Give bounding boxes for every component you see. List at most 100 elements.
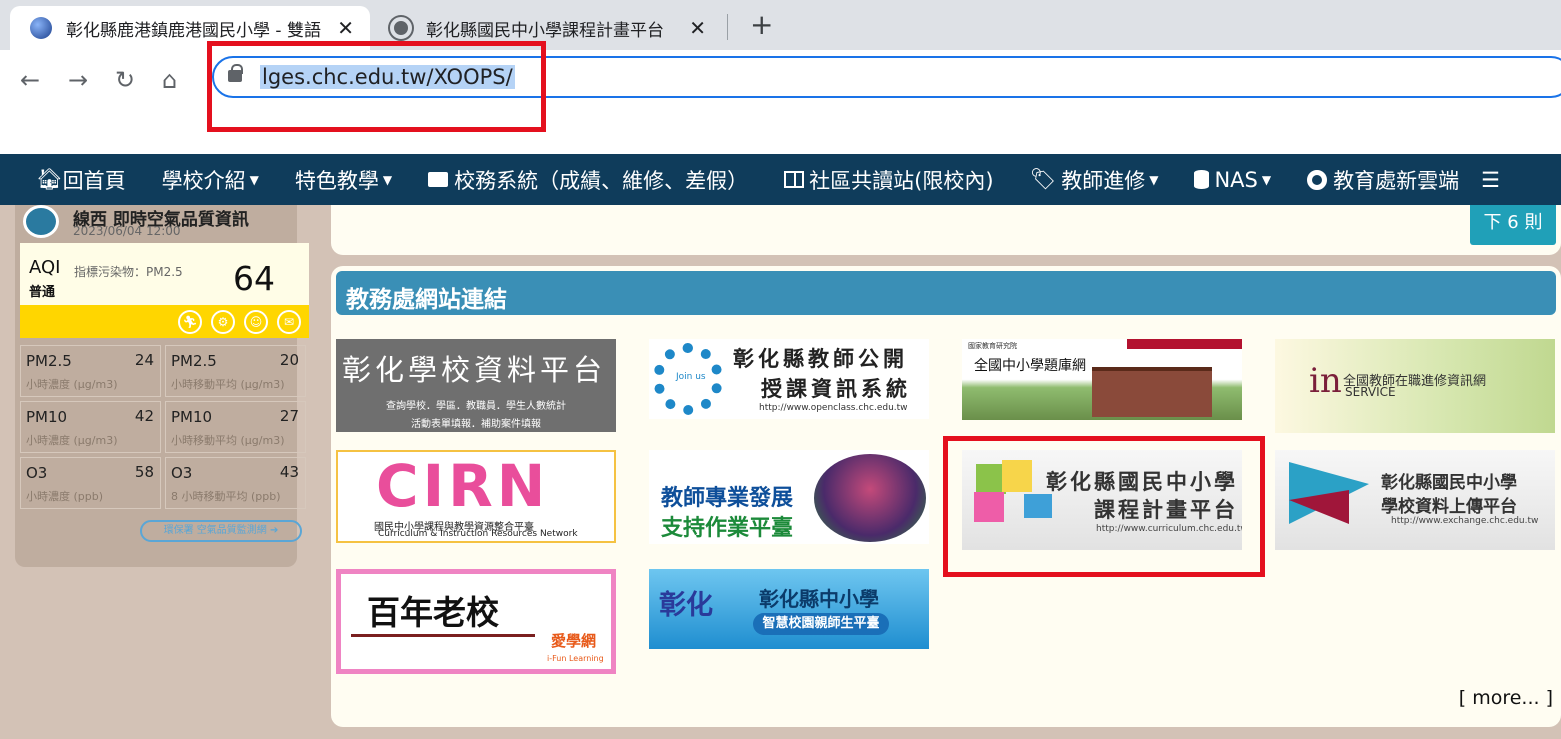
metric-value: 58 — [134, 463, 154, 481]
banner-sub2: Curriculum & Instruction Resources Netwo… — [378, 529, 578, 539]
new-tab-button[interactable]: + — [750, 8, 773, 41]
banner-sub: 學校資料上傳平台 — [1381, 497, 1517, 517]
nav-nas[interactable]: NAS ▼ — [1194, 168, 1271, 192]
banner-title: 百年老校 — [367, 593, 499, 632]
site-navbar: 🏠︎ 回首頁 學校介紹 ▼ 特色教學 ▼ 校務系統（成績、維修、差假） 社區共讀站(限… — [0, 154, 1561, 205]
lifebuoy-icon — [1307, 169, 1328, 190]
header-strip — [1127, 339, 1242, 349]
nav-label: 學校介紹 — [161, 168, 246, 193]
caret-down-icon: ▼ — [382, 172, 393, 187]
banner-sub: 智慧校園親師生平臺 — [753, 613, 889, 635]
banner-logo: in — [1309, 361, 1342, 401]
highlight-box-curriculum — [943, 436, 1265, 577]
forward-arrow-icon[interactable]: → — [68, 66, 88, 94]
banner-sub2: 活動表單填報．補助案件填報 — [411, 419, 541, 430]
close-tab-icon[interactable]: ✕ — [689, 16, 706, 40]
database-icon — [1194, 170, 1210, 189]
nav-community-reading[interactable]: 社區共讀站(限校內) — [784, 165, 994, 195]
banner-question-bank[interactable]: 國家教育研究院 全國中小學題庫網 — [962, 339, 1242, 420]
metric-name: O3 — [26, 464, 48, 482]
close-tab-icon[interactable]: ✕ — [337, 16, 354, 40]
banner-sub: 授課資訊系統 — [761, 376, 911, 401]
teachers-photo — [814, 454, 926, 542]
highlight-box-url — [207, 41, 546, 132]
nav-home[interactable]: 🏠︎ 回首頁 — [36, 165, 126, 195]
bicycle-icon: ⚙ — [211, 310, 235, 334]
epa-monitor-link[interactable]: 環保署 空氣品質監測網 ➔ — [140, 520, 302, 542]
banner-title: 教師專業發展 — [661, 486, 794, 511]
panel-title: 教務處網站連結 — [336, 271, 1556, 315]
banner-title: 彰化縣中小學 — [759, 587, 879, 611]
more-link[interactable]: [ more... ] — [1459, 687, 1553, 709]
nav-more-menu-icon[interactable]: ☰ — [1481, 168, 1500, 192]
globe-icon — [390, 17, 412, 39]
metric-cell: PM10 42 小時濃度 (μg/m3) — [20, 401, 161, 453]
metric-name: PM10 — [171, 408, 213, 426]
briefcase-icon — [428, 172, 449, 187]
divider-line — [351, 634, 535, 637]
metric-value: 20 — [279, 351, 299, 369]
tab-title: 彰化縣鹿港鎮鹿港國民小學 - 雙語 — [66, 20, 321, 41]
caret-down-icon: ▼ — [1261, 172, 1272, 187]
aqi-pollutant: 指標污染物：PM2.5 — [74, 265, 183, 279]
metric-sub: 小時移動平均 (μg/m3) — [171, 378, 285, 391]
banner-cirn[interactable]: CIRN 國民中小學課程與教學資源整合平臺 Curriculum & Instr… — [336, 450, 616, 543]
mail-icon: ✉ — [277, 310, 301, 334]
home-icon: 🏠︎ — [36, 167, 63, 191]
paper-plane-icon — [1289, 490, 1349, 524]
air-date: 2023/06/04 12:00 — [73, 224, 181, 238]
aqi-box: AQI 普通 指標污染物：PM2.5 64 🏃︎ ⚙ ☺ ✉ — [20, 243, 309, 338]
banner-title: 彰化縣國民中小學 — [1381, 473, 1517, 493]
metric-cell: O3 58 小時濃度 (ppb) — [20, 457, 161, 509]
metric-value: 42 — [134, 407, 154, 425]
nav-school-system[interactable]: 校務系統（成績、維修、差假） — [428, 165, 748, 195]
nav-cloud[interactable]: 教育處新雲端 — [1307, 165, 1459, 195]
air-quality-widget: 線西 即時空氣品質資訊 2023/06/04 12:00 AQI 普通 指標污染… — [15, 205, 309, 567]
epa-logo-icon — [23, 205, 59, 238]
columns-icon — [784, 171, 805, 188]
banner-centennial[interactable]: 百年老校 愛學網 i-Fun Learning — [336, 569, 616, 674]
caret-down-icon: ▼ — [249, 172, 259, 187]
reload-icon[interactable]: ↻ — [115, 66, 135, 94]
nav-label: 特色教學 — [294, 168, 379, 193]
banner-sub: 支持作業平臺 — [661, 516, 794, 541]
aqi-level-bar: 🏃︎ ⚙ ☺ ✉ — [20, 305, 309, 338]
banner-teacher-dev[interactable]: 教師專業發展 支持作業平臺 — [649, 450, 929, 544]
banner-title: CIRN — [376, 452, 550, 520]
nav-teacher-training[interactable]: 🏷︎ 教師進修 ▼ — [1030, 165, 1159, 195]
nav-school-intro[interactable]: 學校介紹 ▼ — [162, 165, 259, 195]
metric-cell: PM10 27 小時移動平均 (μg/m3) — [165, 401, 306, 453]
banner-sub: i-Fun Learning — [547, 654, 604, 663]
banner-school-data[interactable]: 彰化學校資料平台 查詢學校．學區．教職員．學生人數統計 活動表單填報．補助案件填… — [336, 339, 616, 432]
home-browser-icon[interactable]: ⌂ — [162, 66, 177, 94]
metric-sub: 小時濃度 (μg/m3) — [26, 434, 118, 447]
news-card: 下 6 則 — [331, 205, 1561, 255]
back-arrow-icon[interactable]: ← — [20, 66, 40, 94]
banner-inservice[interactable]: in 全國教師在職進修資訊網 SERVICE — [1275, 339, 1555, 433]
banner-openclass[interactable]: Join us 彰化縣教師公開 授課資訊系統 http://www.opencl… — [649, 339, 929, 419]
metric-value: 43 — [279, 463, 299, 481]
metric-name: PM10 — [26, 408, 68, 426]
next-six-button[interactable]: 下 6 則 — [1470, 205, 1556, 245]
people-icon: ☺ — [244, 310, 268, 334]
running-icon: 🏃︎ — [178, 310, 202, 334]
aqi-status: 普通 — [29, 285, 56, 300]
tab-title: 彰化縣國民中小學課程計畫平台 — [426, 20, 664, 41]
metric-name: PM2.5 — [171, 352, 217, 370]
logo-text: Join us — [676, 372, 706, 382]
caret-down-icon: ▼ — [1149, 172, 1159, 187]
aqi-value: 64 — [233, 259, 275, 298]
banner-exchange[interactable]: 彰化縣國民中小學 學校資料上傳平台 http://www.exchange.ch… — [1275, 450, 1555, 550]
nav-label: 校務系統（成績、維修、差假） — [454, 168, 749, 193]
metric-sub: 小時濃度 (μg/m3) — [26, 378, 118, 391]
metric-name: O3 — [171, 464, 193, 482]
banner-url: http://www.exchange.chc.edu.tw — [1391, 516, 1539, 526]
nav-label: 教育處新雲端 — [1333, 168, 1460, 193]
nav-label: 社區共讀站(限校內) — [809, 168, 994, 193]
metric-cell: O3 43 8 小時移動平均 (ppb) — [165, 457, 306, 509]
banner-sub: 查詢學校．學區．教職員．學生人數統計 — [386, 401, 566, 412]
banner-title: 全國中小學題庫網 — [974, 358, 1086, 374]
banner-smart-campus[interactable]: 彰化 彰化縣中小學 智慧校園親師生平臺 — [649, 569, 929, 649]
metric-value: 24 — [134, 351, 154, 369]
nav-feature-teaching[interactable]: 特色教學 ▼ — [295, 165, 392, 195]
